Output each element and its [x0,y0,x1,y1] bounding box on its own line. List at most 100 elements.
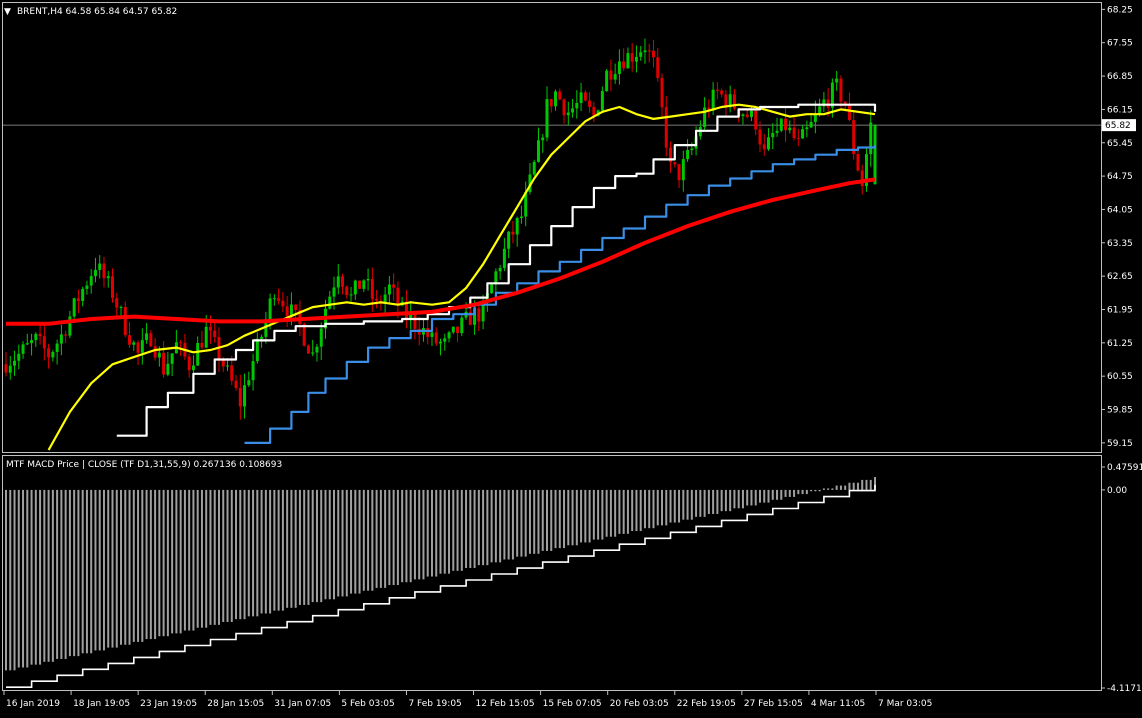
candle-body [609,70,613,80]
macd-histogram-bar [686,489,689,520]
macd-histogram-bar [137,489,140,642]
time-axis-tick-label: 5 Feb 03:05 [341,699,394,709]
candle-body [277,298,281,301]
candle-body [128,335,132,345]
macd-histogram-bar [68,489,71,657]
macd-histogram-bar [699,489,702,517]
candle-body [571,108,575,113]
macd-histogram-bar [524,489,527,557]
macd-indicator-label: MTF MACD Price | CLOSE (TF D1,31,55,9) 0… [6,460,282,470]
candle-body [166,363,170,375]
macd-histogram-bar [405,489,408,583]
candle-body [13,360,17,366]
macd-histogram-bar [47,489,50,662]
candle-body [839,78,843,102]
macd-histogram-bar [418,489,421,580]
macd-histogram-bar [324,489,327,600]
macd-histogram-bar [179,489,182,634]
candle-body [93,269,97,277]
macd-histogram-bar [635,489,638,532]
macd-histogram-bar [430,489,433,577]
candle-body [149,333,153,347]
candle-body [396,287,400,306]
candle-body [745,114,749,118]
macd-histogram-bar [852,482,855,490]
candle-body [234,380,238,389]
candle-body [306,345,310,354]
macd-histogram-bar [39,489,42,665]
candle-body [681,159,685,181]
macd-histogram-bar [588,489,591,543]
macd-histogram-bar [367,489,370,591]
macd-histogram-bar [601,489,604,540]
candle-body [353,280,357,295]
candle-body [664,107,668,148]
macd-histogram-bar [162,489,165,637]
candle-body [341,276,345,287]
macd-histogram-bar [758,489,761,503]
candle-body [17,353,21,361]
macd-histogram-bar [43,489,46,662]
candle-body [792,127,796,139]
candle-body [191,365,195,371]
macd-histogram-bar [362,489,365,591]
candle-body [511,231,515,235]
candle-body [243,385,247,407]
candle-body [81,288,85,301]
macd-histogram-bar [171,489,174,634]
chart-window[interactable]: 68.25 67.55 66.85 66.15 65.45 64.75 64.05 63.35… [0,0,1142,714]
candle-body [566,112,570,116]
candle-body [8,365,12,373]
candle-body [430,332,434,337]
macd-histogram-bar [149,489,152,640]
macd-histogram-bar [771,489,774,500]
macd-histogram-bar [528,489,531,554]
macd-histogram-bar [456,489,459,571]
macd-histogram-bar [690,489,693,520]
time-axis-tick-label: 22 Feb 19:05 [677,699,736,709]
macd-histogram-bar [426,489,429,577]
macd-histogram-bar [763,489,766,503]
candle-body [55,343,59,352]
macd-histogram-bar [571,489,574,546]
candle-body [38,333,42,337]
macd-histogram-bar [311,489,314,603]
macd-histogram-bar [465,489,468,569]
macd-histogram-bar [175,489,178,634]
macd-histogram-bar [60,489,63,659]
macd-histogram-bar [200,489,203,628]
candle-body [4,364,8,373]
candle-body [541,137,545,141]
candle-body [208,326,212,331]
macd-histogram-bar [354,489,357,594]
candle-body [281,300,285,307]
menu-triangle-icon[interactable]: ▼ [4,7,11,17]
candle-body [749,110,753,118]
macd-histogram-bar [145,489,148,640]
chart-canvas[interactable]: 68.25 67.55 66.85 66.15 65.45 64.75 64.05 63.35… [0,0,1142,714]
candle-body [758,129,762,145]
candle-body [119,306,123,308]
time-axis-tick-label: 15 Feb 07:05 [543,699,602,709]
candle-body [775,130,779,133]
price-axis-tick-label: 59.85 [1107,406,1133,416]
candle-body [805,127,809,130]
macd-histogram-bar [835,485,838,490]
time-axis-tick-label: 23 Jan 19:05 [140,699,197,709]
macd-histogram-bar [264,489,267,614]
candle-body [439,341,442,344]
macd-histogram-bar [34,489,37,665]
current-price-label: 65.82 [1102,119,1136,132]
price-axis-tick-label: 65.45 [1107,139,1133,149]
macd-histogram-bar [439,489,442,574]
macd-histogram-bar [861,479,864,490]
macd-histogram-bar [435,489,438,577]
symbol-info-label: BRENT,H4 64.58 65.84 64.57 65.82 [17,7,177,17]
candle-body [549,99,553,107]
candle-body [358,280,362,289]
candle-body [434,332,438,344]
candle-body [30,340,34,344]
macd-histogram-bar [460,489,463,571]
macd-histogram-bar [661,489,664,526]
candle-body [387,284,391,295]
